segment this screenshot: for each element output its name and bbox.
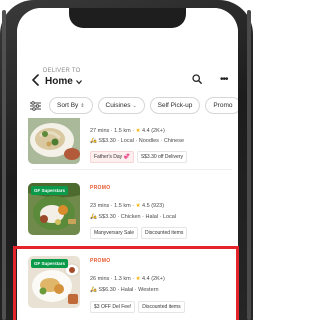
tag: Manyversary Sale (90, 227, 139, 239)
filter-icon[interactable] (26, 97, 44, 115)
delivery-fee: S$3.30 (98, 214, 116, 220)
star-icon: ★ (135, 203, 141, 209)
sort-by-chip[interactable]: Sort By ⇕ (49, 97, 93, 114)
rating: 4.5 (142, 203, 150, 209)
chip-label: Self Pick-up (157, 102, 193, 109)
listing-meta: 23 mins · 1.5 km · ★ 4.5 (923) (90, 203, 165, 209)
self-pickup-chip[interactable]: Self Pick-up (149, 97, 201, 114)
cuisine-categories: Chicken · Halal · Local (120, 214, 177, 220)
deliver-to-label: DELIVER TO (43, 68, 81, 74)
phone-edge (2, 10, 6, 320)
filter-bar: Sort By ⇕ Cuisines ⌄ Self Pick-up Promo (26, 97, 238, 117)
distance: 1.5 km (114, 128, 131, 134)
listing-meta: 27 mins · 1.5 km · ★ 4.4 (2K+) (90, 128, 165, 134)
delivery-time: 23 mins (90, 203, 110, 209)
chevron-down-icon (75, 79, 82, 84)
rating: 4.4 (142, 128, 150, 134)
gf-superstars-badge: GF Superstars (31, 186, 69, 195)
promo-label: PROMO (90, 185, 111, 191)
distance: 1.5 km (114, 203, 131, 209)
listing-details: 🛵 S$3.30 · Chicken · Halal · Local (90, 214, 177, 220)
tag: Discounted items (141, 227, 188, 239)
review-count: (923) (151, 203, 165, 209)
star-icon: ★ (135, 128, 141, 134)
restaurant-listing[interactable]: 27 mins · 1.5 km · ★ 4.4 (2K+) 🛵 S$3.30 … (17, 118, 238, 174)
cuisines-chip[interactable]: Cuisines ⌄ (97, 97, 145, 114)
delivery-time: 27 mins (90, 128, 110, 134)
phone-edge (247, 10, 251, 320)
status-bar (17, 8, 238, 60)
scooter-icon: 🛵 (90, 214, 97, 220)
tag: Father's Day 💞 (90, 151, 134, 163)
promo-chip[interactable]: Promo (205, 97, 238, 114)
listing-details: 🛵 S$3.30 · Local · Noodles · Chinese (90, 138, 185, 144)
restaurant-thumbnail (28, 118, 80, 164)
more-icon[interactable]: ••• (220, 75, 228, 85)
cuisine-categories: Local · Noodles · Chinese (120, 138, 185, 144)
listing-tags: Father's Day 💞 S$3.30 off Delivery (90, 151, 187, 163)
chevron-down-icon: ⌄ (132, 102, 137, 109)
chip-label: Cuisines (105, 102, 131, 109)
chip-label: Promo (213, 102, 233, 109)
back-arrow-icon[interactable] (31, 74, 41, 86)
review-count: (2K+) (151, 128, 165, 134)
search-icon[interactable] (192, 74, 202, 84)
sort-arrows-icon: ⇕ (80, 102, 85, 109)
divider (32, 169, 232, 170)
delivery-fee: S$3.30 (98, 138, 116, 144)
tag: S$3.30 off Delivery (136, 151, 187, 163)
location-label: Home (45, 76, 73, 87)
delivery-location-selector[interactable]: Home (45, 76, 82, 87)
restaurant-thumbnail: GF Superstars (28, 183, 80, 235)
restaurant-listing[interactable]: GF Superstars PROMO 23 mins · 1.5 km · ★… (17, 176, 238, 246)
phone-notch (69, 8, 186, 28)
highlight-box (13, 246, 239, 320)
listing-tags: Manyversary Sale Discounted items (90, 227, 188, 239)
chip-label: Sort By (57, 102, 79, 109)
scooter-icon: 🛵 (90, 138, 97, 144)
